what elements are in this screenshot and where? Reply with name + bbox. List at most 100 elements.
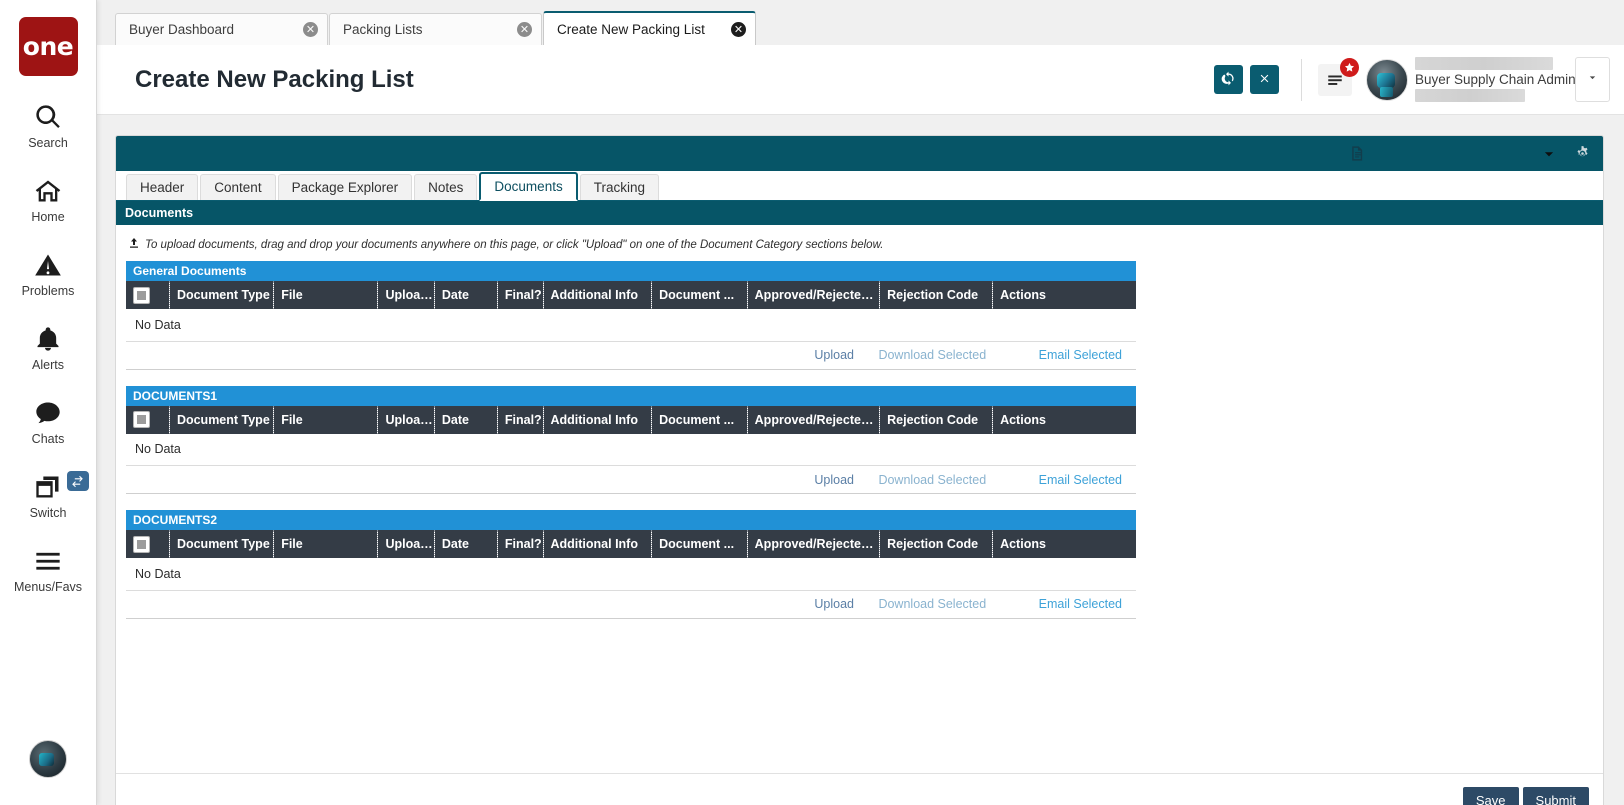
star-icon [1340,58,1359,77]
home-icon [34,175,62,207]
column-approved-rejected[interactable]: Approved/Rejected ... [747,281,879,309]
windows-stack-icon [34,471,62,503]
column-date[interactable]: Date [434,406,497,434]
column-actions[interactable]: Actions [993,281,1136,309]
doc-section-documents2: DOCUMENTS2 Document T [126,510,1136,619]
column-final[interactable]: Final? [497,530,543,558]
column-uploaded-by[interactable]: Uploade... [378,281,434,309]
gear-icon[interactable] [1574,145,1591,162]
column-document-type[interactable]: Document Type [169,406,273,434]
close-icon[interactable]: ✕ [731,22,746,37]
column-file[interactable]: File [274,406,378,434]
column-actions[interactable]: Actions [993,406,1136,434]
documents-table: Document Type File Uploade... Date Final… [126,281,1136,370]
upload-link[interactable]: Upload [814,348,854,362]
sidebar-item-label: Menus/Favs [14,580,82,594]
download-selected-link[interactable]: Download Selected [878,473,986,487]
table-actions-row: Upload Download Selected Email Selected [126,590,1136,618]
download-selected-link[interactable]: Download Selected [878,597,986,611]
upload-link[interactable]: Upload [814,473,854,487]
submit-button[interactable]: Submit [1523,787,1589,805]
actions-cell: Upload Download Selected Email Selected [126,341,1136,369]
tab-content[interactable]: Content [200,174,275,200]
table-header-row: Document Type File Uploade... Date Final… [126,530,1136,558]
column-document-type[interactable]: Document Type [169,281,273,309]
close-icon[interactable]: ✕ [517,22,532,37]
tab-documents[interactable]: Documents [479,172,577,201]
column-rejection-code[interactable]: Rejection Code [880,281,993,309]
sidebar-item-home[interactable]: Home [0,175,97,224]
tab-tracking[interactable]: Tracking [580,174,659,200]
download-selected-link[interactable]: Download Selected [878,348,986,362]
column-actions[interactable]: Actions [993,530,1136,558]
column-rejection-code[interactable]: Rejection Code [880,406,993,434]
tab-package-explorer[interactable]: Package Explorer [278,174,413,200]
upload-link[interactable]: Upload [814,597,854,611]
browser-tab-buyer-dashboard[interactable]: Buyer Dashboard ✕ [115,13,328,45]
doc-section-title: General Documents [126,261,1136,281]
tab-notes[interactable]: Notes [414,174,477,200]
column-document[interactable]: Document ... [652,281,748,309]
sidebar-item-chats[interactable]: Chats [0,397,97,446]
email-selected-link[interactable]: Email Selected [1039,348,1122,362]
select-all-checkbox[interactable] [133,536,150,553]
column-additional-info[interactable]: Additional Info [543,406,652,434]
select-all-header [126,530,169,558]
main-region: Buyer Dashboard ✕ Packing Lists ✕ Create… [97,0,1624,805]
column-document[interactable]: Document ... [652,406,748,434]
page-title: Create New Packing List [135,66,1207,94]
column-rejection-code[interactable]: Rejection Code [880,530,993,558]
sidebar-item-switch[interactable]: Switch [0,471,97,520]
favorites-menu-button[interactable] [1318,64,1352,96]
sidebar-item-label: Home [31,210,64,224]
sidebar-item-label: Search [28,136,68,150]
upload-icon [128,237,145,252]
column-uploaded-by[interactable]: Uploade... [378,406,434,434]
column-approved-rejected[interactable]: Approved/Rejected ... [747,530,879,558]
content-wrapper: Header Content Package Explorer Notes Do… [97,115,1624,805]
refresh-button[interactable] [1214,65,1243,94]
sidebar-item-search[interactable]: Search [0,101,97,150]
column-document-type[interactable]: Document Type [169,530,273,558]
browser-tab-create-new-packing-list[interactable]: Create New Packing List ✕ [543,11,756,45]
column-additional-info[interactable]: Additional Info [543,530,652,558]
sidebar-item-problems[interactable]: Problems [0,249,97,298]
column-file[interactable]: File [274,530,378,558]
sidebar-item-label: Problems [22,284,75,298]
save-button[interactable]: Save [1463,787,1519,805]
column-approved-rejected[interactable]: Approved/Rejected ... [747,406,879,434]
email-selected-link[interactable]: Email Selected [1039,597,1122,611]
sidebar-item-menus-favs[interactable]: Menus/Favs [0,545,97,594]
avatar[interactable] [1366,59,1408,101]
email-selected-link[interactable]: Email Selected [1039,473,1122,487]
browser-tab-packing-lists[interactable]: Packing Lists ✕ [329,13,542,45]
document-clipboard-icon[interactable] [1348,144,1365,163]
table-actions-row: Upload Download Selected Email Selected [126,466,1136,494]
column-uploaded-by[interactable]: Uploade... [378,530,434,558]
close-button[interactable] [1250,65,1279,94]
column-additional-info[interactable]: Additional Info [543,281,652,309]
tab-header[interactable]: Header [126,174,198,200]
user-name: Buyer Supply Chain Admin [1415,70,1576,89]
column-final[interactable]: Final? [497,406,543,434]
select-all-checkbox[interactable] [133,411,150,428]
upload-hint: To upload documents, drag and drop your … [128,237,1603,252]
column-date[interactable]: Date [434,530,497,558]
select-all-checkbox[interactable] [133,287,150,304]
column-document[interactable]: Document ... [652,530,748,558]
sidebar-item-alerts[interactable]: Alerts [0,323,97,372]
brand-logo[interactable]: one [19,17,78,76]
caret-down-icon[interactable] [1542,147,1556,161]
no-data-text: No Data [126,309,1136,341]
doc-section-documents1: DOCUMENTS1 Document T [126,386,1136,495]
sidebar-avatar[interactable] [29,740,67,778]
user-menu-button[interactable] [1575,57,1610,102]
doc-section-general-documents: General Documents Doc [126,261,1136,370]
column-file[interactable]: File [274,281,378,309]
card-toolbar [116,136,1603,171]
column-date[interactable]: Date [434,281,497,309]
column-final[interactable]: Final? [497,281,543,309]
switch-toggle-badge[interactable] [67,471,89,491]
close-icon[interactable]: ✕ [303,22,318,37]
actions-cell: Upload Download Selected Email Selected [126,590,1136,618]
